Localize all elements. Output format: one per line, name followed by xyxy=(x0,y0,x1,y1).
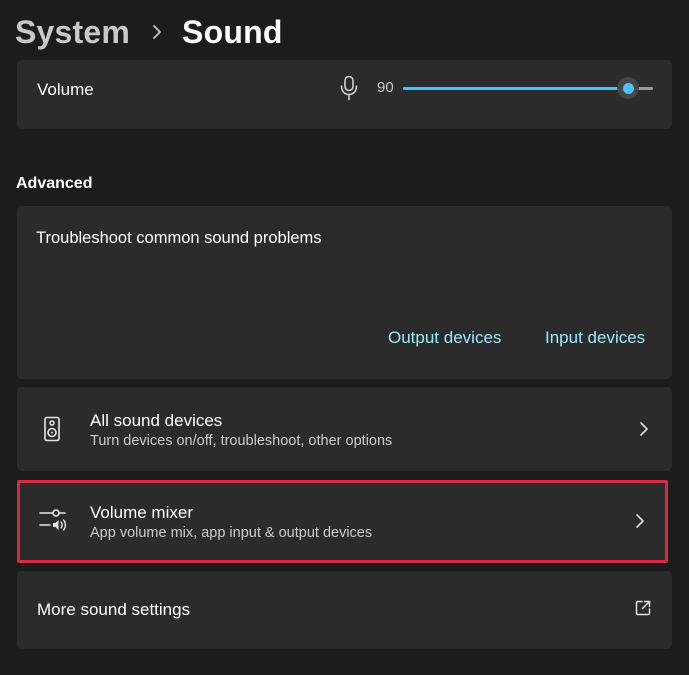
input-devices-link[interactable]: Input devices xyxy=(545,328,645,348)
page-title: Sound xyxy=(182,13,283,50)
breadcrumb-system[interactable]: System xyxy=(15,14,130,51)
volume-card: Volume 90 xyxy=(17,60,672,129)
more-sound-settings-title: More sound settings xyxy=(37,600,191,619)
volume-slider-thumb[interactable] xyxy=(617,77,639,99)
breadcrumb: System Sound xyxy=(15,10,283,54)
microphone-icon[interactable] xyxy=(339,75,359,101)
volume-slider-fill xyxy=(403,87,628,90)
external-link-icon xyxy=(634,599,652,617)
chevron-right-icon xyxy=(634,512,646,530)
advanced-heading: Advanced xyxy=(16,175,93,192)
breadcrumb-chevron-icon xyxy=(152,24,162,40)
page-bottom xyxy=(0,655,689,675)
speaker-icon xyxy=(39,416,65,442)
troubleshoot-title: Troubleshoot common sound problems xyxy=(36,229,322,247)
volume-value: 90 xyxy=(377,79,394,96)
all-sound-devices-title: All sound devices xyxy=(90,411,223,430)
all-sound-devices-subtitle: Turn devices on/off, troubleshoot, other… xyxy=(90,433,393,449)
volume-slider-thumb-dot xyxy=(622,82,634,94)
output-devices-link[interactable]: Output devices xyxy=(388,328,501,348)
settings-page: System Sound Volume 90 Advanced Troubles… xyxy=(0,0,689,675)
volume-mixer-subtitle: App volume mix, app input & output devic… xyxy=(90,525,373,541)
volume-mixer-title: Volume mixer xyxy=(90,503,193,522)
mixer-icon xyxy=(39,507,67,533)
volume-label: Volume xyxy=(37,80,94,99)
volume-slider[interactable] xyxy=(403,77,653,99)
all-sound-devices-item[interactable]: All sound devices Turn devices on/off, t… xyxy=(17,387,672,471)
chevron-right-icon xyxy=(638,420,650,438)
troubleshoot-card: Troubleshoot common sound problems Outpu… xyxy=(17,206,672,379)
volume-mixer-item[interactable]: Volume mixer App volume mix, app input &… xyxy=(17,480,668,563)
more-sound-settings-item[interactable]: More sound settings xyxy=(17,571,672,649)
